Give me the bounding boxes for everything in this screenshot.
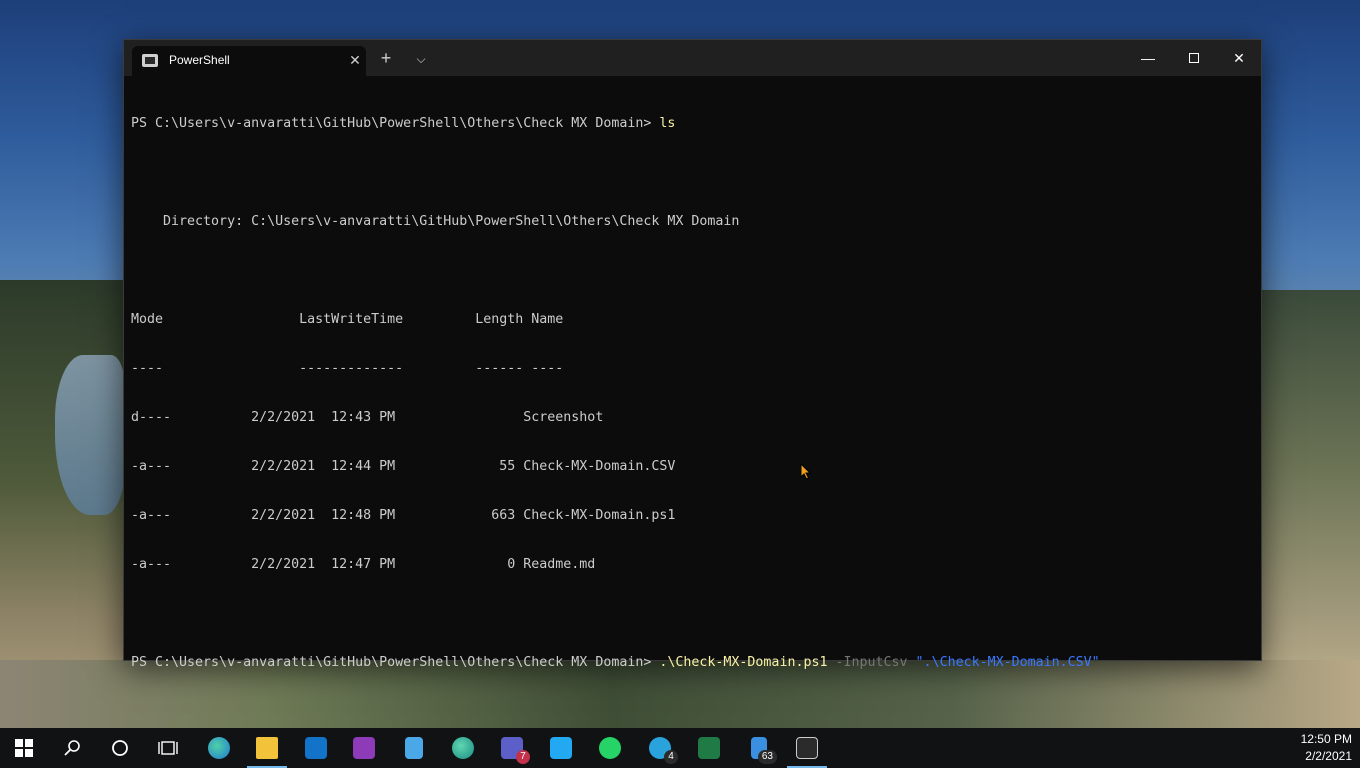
azure-storage-icon xyxy=(405,737,423,759)
terminal-icon xyxy=(796,737,818,759)
clock-time: 12:50 PM xyxy=(1300,732,1352,746)
listing-row: -a--- 2/2/2021 12:47 PM 0 Readme.md xyxy=(131,557,596,572)
whatsapp-icon xyxy=(599,737,621,759)
taskbar-app-storage[interactable] xyxy=(390,728,438,768)
taskbar-app-telegram[interactable]: 4 xyxy=(636,728,684,768)
telegram-badge: 4 xyxy=(664,750,678,764)
terminal-output[interactable]: PS C:\Users\v-anvaratti\GitHub\PowerShel… xyxy=(124,76,1261,670)
clock-date: 2/2/2021 xyxy=(1305,749,1352,763)
command-line: PS C:\Users\v-anvaratti\GitHub\PowerShel… xyxy=(131,653,1261,672)
listing-row: -a--- 2/2/2021 12:48 PM 663 Check-MX-Dom… xyxy=(131,508,676,523)
command-argument: ".\Check-MX-Domain.CSV" xyxy=(915,655,1100,670)
maximize-button[interactable] xyxy=(1171,40,1217,76)
chevron-down-icon[interactable]: ⌵ xyxy=(411,49,431,69)
maximize-icon xyxy=(1189,53,1199,64)
search-button[interactable] xyxy=(48,728,96,768)
taskbar-app-file-explorer[interactable] xyxy=(243,728,291,768)
listing-separator: ---- ------------- ------ ---- xyxy=(131,361,564,376)
file-explorer-icon xyxy=(256,737,278,759)
tab-close-icon[interactable]: ✕ xyxy=(347,50,363,70)
taskbar-app-whatsapp[interactable] xyxy=(586,728,634,768)
command-parameter: -InputCsv xyxy=(827,655,916,670)
listing-row: d---- 2/2/2021 12:43 PM Screenshot xyxy=(131,410,604,425)
taskbar-app-terminal[interactable] xyxy=(783,728,831,768)
command-text: ls xyxy=(659,116,676,131)
command-line: PS C:\Users\v-anvaratti\GitHub\PowerShel… xyxy=(131,114,1261,133)
tab-powershell[interactable]: PowerShell ✕ xyxy=(132,46,366,76)
edge-icon xyxy=(208,737,230,759)
listing-row: -a--- 2/2/2021 12:44 PM 55 Check-MX-Doma… xyxy=(131,459,676,474)
tab-title: PowerShell xyxy=(169,53,230,67)
prompt: PS C:\Users\v-anvaratti\GitHub\PowerShel… xyxy=(131,116,660,131)
phone-badge: 63 xyxy=(757,750,777,764)
taskbar-app-onenote[interactable] xyxy=(340,728,388,768)
new-tab-button[interactable]: + xyxy=(376,49,396,69)
taskbar-app-edge-dev[interactable] xyxy=(439,728,487,768)
minimize-button[interactable]: — xyxy=(1125,40,1171,76)
taskbar-app-vscode[interactable] xyxy=(537,728,585,768)
taskbar-app-excel[interactable] xyxy=(685,728,733,768)
onenote-icon xyxy=(353,737,375,759)
powershell-icon xyxy=(142,54,158,67)
system-clock[interactable]: 12:50 PM 2/2/2021 xyxy=(1292,731,1352,765)
vscode-icon xyxy=(550,737,572,759)
start-button[interactable] xyxy=(0,728,48,768)
prompt: PS C:\Users\v-anvaratti\GitHub\PowerShel… xyxy=(131,655,660,670)
task-view-icon xyxy=(158,741,178,755)
search-icon xyxy=(64,740,80,756)
close-button[interactable]: ✕ xyxy=(1216,40,1262,76)
outlook-icon xyxy=(305,737,327,759)
cortana-button[interactable] xyxy=(96,728,144,768)
terminal-window: PowerShell ✕ + ⌵ — ✕ PS C:\Users\v-anvar… xyxy=(123,39,1262,670)
listing-header: Mode LastWriteTime Length Name xyxy=(131,312,564,327)
title-bar[interactable]: PowerShell ✕ + ⌵ — ✕ xyxy=(124,40,1261,76)
taskbar-app-phone[interactable]: 63 xyxy=(735,728,783,768)
task-view-button[interactable] xyxy=(144,728,192,768)
cortana-icon xyxy=(112,740,128,756)
edge-dev-icon xyxy=(452,737,474,759)
excel-icon xyxy=(698,737,720,759)
taskbar-app-outlook[interactable] xyxy=(292,728,340,768)
taskbar-app-edge[interactable] xyxy=(195,728,243,768)
command-script: .\Check-MX-Domain.ps1 xyxy=(659,655,828,670)
teams-badge: 7 xyxy=(516,750,530,764)
taskbar: 7 4 63 12:50 PM 2/2/2021 xyxy=(0,728,1360,768)
windows-start-icon xyxy=(15,739,33,757)
desktop-wallpaper-river xyxy=(55,355,125,515)
taskbar-app-teams[interactable]: 7 xyxy=(488,728,536,768)
directory-line: Directory: C:\Users\v-anvaratti\GitHub\P… xyxy=(131,214,740,229)
